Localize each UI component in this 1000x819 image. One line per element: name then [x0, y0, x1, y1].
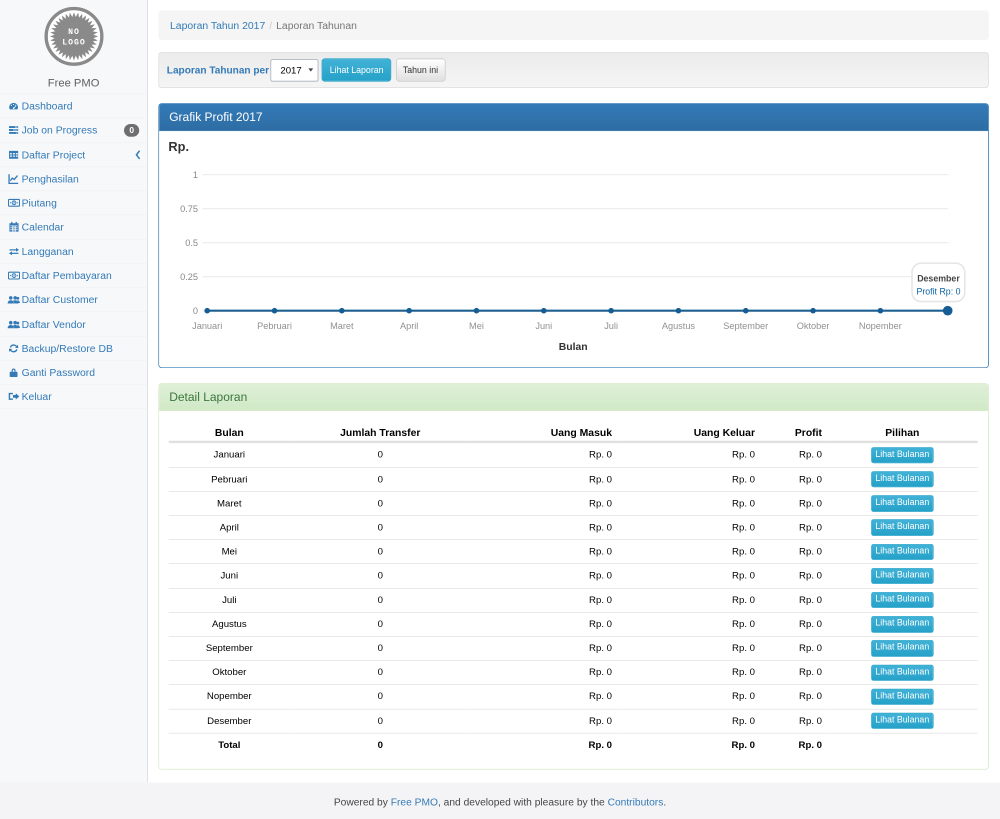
svg-text:0: 0	[192, 306, 197, 316]
svg-text:Juni: Juni	[535, 321, 552, 331]
svg-text:Maret: Maret	[330, 321, 354, 331]
svg-text:Agustus: Agustus	[661, 321, 695, 331]
svg-text:Juli: Juli	[604, 321, 618, 331]
svg-text:Bulan: Bulan	[558, 342, 587, 353]
svg-text:April: April	[400, 321, 418, 331]
svg-text:NO: NO	[68, 28, 80, 37]
svg-text:Oktober: Oktober	[796, 321, 829, 331]
svg-text:Mei: Mei	[469, 321, 484, 331]
svg-text:LOGO: LOGO	[62, 39, 85, 48]
svg-text:Januari: Januari	[192, 321, 222, 331]
svg-text:Nopember: Nopember	[859, 321, 902, 331]
svg-text:0.75: 0.75	[180, 204, 198, 214]
svg-text:Pebruari: Pebruari	[257, 321, 292, 331]
svg-text:0.5: 0.5	[185, 238, 198, 248]
svg-text:September: September	[723, 321, 768, 331]
svg-text:1: 1	[192, 170, 197, 180]
svg-text:0.25: 0.25	[180, 272, 198, 282]
